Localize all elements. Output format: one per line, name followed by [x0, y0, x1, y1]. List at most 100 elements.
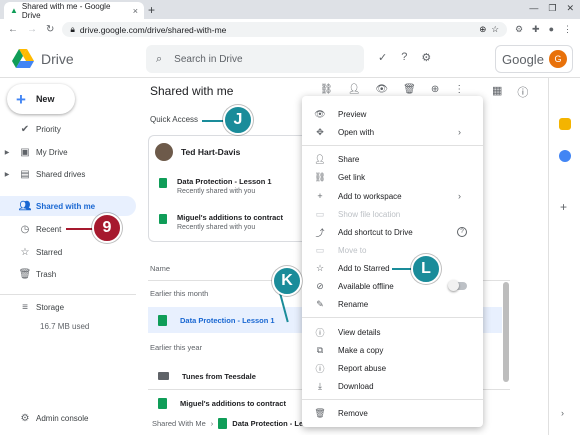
menu-item-get-link[interactable]: ⛓ Get link	[302, 168, 483, 186]
sidebar-item-admin-console[interactable]: ⚙ Admin console	[0, 408, 136, 428]
info-icon[interactable]: ⓘ	[517, 84, 528, 100]
menu-item-rename[interactable]: ✎ Rename	[302, 295, 483, 313]
menu-item-available-offline[interactable]: ⊘ Available offline	[302, 277, 483, 295]
sidebar-item-storage[interactable]: ≡ Storage	[0, 297, 136, 317]
sheets-icon	[218, 418, 228, 429]
download-icon: ⤓	[318, 380, 322, 391]
callout-9: 9	[92, 213, 122, 243]
scrollbar[interactable]	[503, 282, 509, 382]
expand-caret-icon[interactable]: ▶	[0, 149, 14, 156]
settings-gear-icon[interactable]: ⚙	[421, 51, 431, 64]
submenu-arrow-icon: ›	[458, 191, 461, 201]
sidebar-item-priority[interactable]: ✔ Priority	[0, 119, 136, 139]
lock-icon: 🔒︎	[70, 24, 75, 34]
my-drive-icon: ▣	[20, 146, 30, 158]
more-actions-icon[interactable]: ⋮	[454, 84, 464, 95]
sidebar-item-trash[interactable]: 🗑︎ Trash	[0, 264, 136, 284]
offline-check-icon: ⊘	[316, 280, 324, 291]
drive-header: Drive ⌕ Search in Drive ✓ ? ⚙ Google G	[0, 40, 580, 78]
reload-icon[interactable]: ↻	[46, 24, 54, 35]
menu-label: Move to	[338, 245, 367, 255]
menu-item-preview[interactable]: 👁︎ Preview	[302, 105, 483, 123]
close-tab-icon[interactable]: ×	[133, 6, 138, 16]
browser-tab[interactable]: ▲ Shared with me - Google Drive ×	[4, 1, 144, 20]
menu-item-open-with[interactable]: ✥ Open with ›	[302, 123, 483, 141]
menu-item-download[interactable]: ⤓ Download	[302, 377, 483, 395]
extension-icon[interactable]: ⚙	[515, 24, 523, 35]
callout-l: L	[411, 254, 441, 284]
new-tab-icon[interactable]: +	[148, 3, 155, 17]
menu-label: Share	[338, 154, 360, 164]
delete-icon[interactable]: 🗑︎	[403, 84, 416, 95]
preview-eye-icon[interactable]: 👁︎	[375, 84, 388, 95]
browser-menu-icon[interactable]: ⋮	[563, 24, 572, 35]
search-icon[interactable]: ⌕	[156, 53, 162, 66]
maximize-icon[interactable]: ❐	[548, 3, 556, 14]
google-label: Google	[502, 51, 544, 67]
trash-icon: 🗑︎	[18, 268, 32, 280]
grid-view-icon[interactable]: ▦	[492, 84, 502, 100]
add-to-drive-icon[interactable]: ⊕	[431, 84, 439, 95]
menu-label: Preview	[338, 109, 367, 119]
profile-icon[interactable]: ●	[549, 24, 554, 35]
menu-item-view-details[interactable]: ⓘ View details	[302, 323, 483, 341]
google-account-button[interactable]: Google G	[495, 45, 573, 73]
keep-icon[interactable]	[559, 118, 571, 130]
zoom-icon[interactable]: ⊕	[479, 24, 486, 35]
forward-icon[interactable]: →	[27, 24, 37, 35]
sidebar-item-my-drive[interactable]: ▶ ▣ My Drive	[0, 142, 136, 162]
sidebar-item-shared-drives[interactable]: ▶ ▤ Shared drives	[0, 164, 136, 184]
drive-logo[interactable]: Drive	[12, 49, 132, 68]
help-icon[interactable]: ?	[401, 51, 407, 64]
breadcrumb-root[interactable]: Shared With Me	[152, 419, 206, 428]
menu-item-report-abuse[interactable]: ⓘ Report abuse	[302, 359, 483, 377]
menu-label: Make a copy	[338, 345, 384, 355]
add-person-icon[interactable]: 👤︎	[348, 84, 361, 95]
tab-title: Shared with me - Google Drive	[21, 1, 111, 20]
sidebar: + New ✔ Priority ▶ ▣ My Drive ▶ ▤ Shared d…	[0, 78, 140, 435]
back-icon[interactable]: ←	[8, 24, 18, 35]
sidebar-item-starred[interactable]: ☆ Starred	[0, 242, 136, 262]
menu-label: Show file location	[338, 209, 401, 219]
menu-label: Remove	[338, 408, 368, 418]
admin-gear-icon: ⚙	[20, 412, 30, 424]
quick-access-card[interactable]: Ted Hart-Davis Data Protection - Lesson …	[148, 135, 308, 242]
sheets-icon	[159, 178, 167, 188]
menu-item-make-copy[interactable]: ⧉ Make a copy	[302, 341, 483, 359]
close-window-icon[interactable]: ✕	[566, 3, 574, 14]
qa-file-item[interactable]: Data Protection - Lesson 1 Recently shar…	[159, 177, 272, 195]
storage-icon: ≡	[22, 301, 28, 313]
search-bar[interactable]: ⌕ Search in Drive	[146, 45, 364, 73]
minimize-icon[interactable]: —	[529, 3, 538, 14]
sidebar-item-label: Starred	[36, 247, 63, 257]
move-folder-icon: ▭	[315, 244, 325, 255]
avatar[interactable]: G	[549, 50, 567, 68]
expand-caret-icon[interactable]: ▶	[0, 171, 14, 178]
name-column-header[interactable]: Name	[150, 264, 170, 273]
quick-access-label: Quick Access	[150, 115, 199, 124]
plus-icon: +	[16, 89, 26, 109]
sheets-icon	[158, 314, 167, 326]
info-icon: ⓘ	[315, 327, 325, 338]
sidebar-item-shared-with-me[interactable]: 👥︎ Shared with me	[0, 196, 136, 216]
menu-item-remove[interactable]: 🗑︎ Remove	[302, 404, 483, 422]
offline-status-icon[interactable]: ✓	[378, 51, 387, 64]
chevron-right-icon: ›	[210, 419, 214, 428]
new-button[interactable]: + New	[7, 84, 75, 114]
help-circle-icon[interactable]: ?	[457, 227, 467, 237]
qa-file-item[interactable]: Miguel's additions to contract Recently …	[159, 213, 283, 231]
group-header-year: Earlier this year	[150, 343, 203, 352]
add-addon-icon[interactable]: +	[560, 200, 567, 214]
link-icon[interactable]: ⛓	[320, 84, 333, 95]
menu-item-add-to-workspace[interactable]: + Add to workspace ›	[302, 187, 483, 205]
sidebar-item-label: Priority	[36, 124, 61, 134]
tasks-icon[interactable]	[559, 150, 571, 162]
menu-item-share[interactable]: 👤︎ Share	[302, 150, 483, 168]
star-bookmark-icon[interactable]: ☆	[491, 24, 499, 35]
offline-toggle[interactable]	[448, 280, 467, 291]
collapse-panel-icon[interactable]: ›	[561, 408, 564, 418]
puzzle-icon[interactable]: ✚	[532, 24, 540, 35]
sheets-icon	[158, 397, 167, 409]
url-field[interactable]: 🔒︎ drive.google.com/drive/shared-with-me…	[62, 22, 507, 37]
menu-item-add-shortcut[interactable]: ⤴ Add shortcut to Drive?	[302, 223, 483, 241]
